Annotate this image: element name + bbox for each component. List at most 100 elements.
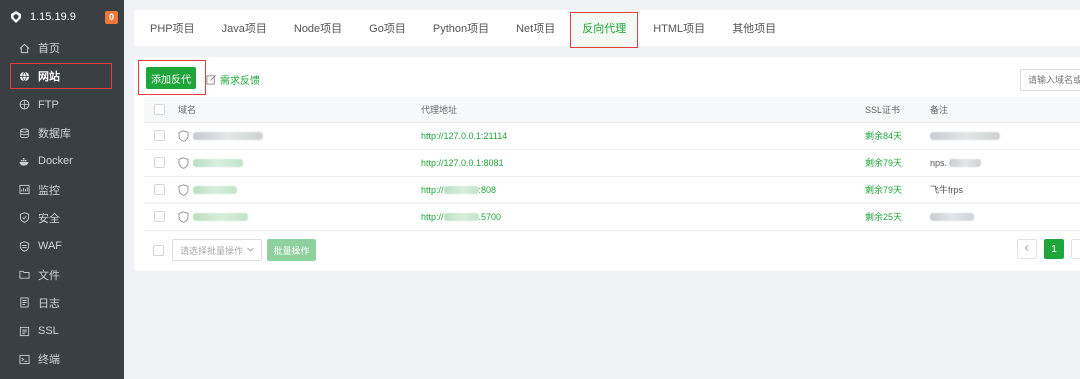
search-input[interactable]: [1020, 69, 1080, 91]
sidebar-item-label: Docker: [38, 155, 73, 168]
notification-badge[interactable]: 0: [105, 10, 118, 24]
redacted-remark: [949, 159, 982, 168]
footer-select-all-checkbox[interactable]: [153, 245, 164, 256]
feedback-link[interactable]: 需求反馈: [206, 72, 260, 87]
row-checkbox[interactable]: [154, 211, 165, 223]
proxy-table: 域名 代理地址 SSL证书 备注 http://127.0.0.1:21114 …: [144, 97, 1080, 231]
tab-java[interactable]: Java项目: [212, 10, 277, 46]
chevron-down-icon: [246, 245, 255, 254]
select-all-checkbox[interactable]: [154, 103, 165, 115]
header-domain[interactable]: 域名: [178, 97, 421, 123]
sidebar-item-home[interactable]: 首页: [0, 34, 124, 62]
batch-action-select[interactable]: 请选择批量操作: [172, 239, 262, 261]
sidebar-item-website[interactable]: 网站: [0, 62, 124, 90]
proxy-address-prefix: http://: [421, 211, 444, 222]
redacted-remark[interactable]: [930, 132, 1000, 141]
tab-net[interactable]: Net项目: [506, 10, 565, 46]
highlight-box: [10, 63, 112, 90]
redacted-domain[interactable]: [193, 131, 263, 140]
sidebar-item-label: 文件: [38, 269, 60, 282]
proxy-address-suffix: :808: [478, 184, 497, 195]
sidebar-item-label: 首页: [38, 43, 60, 56]
sidebar: 1.15.19.9 0 首页 网站 FTP 数据库 Docker 监控 安全 W…: [0, 0, 124, 379]
proxy-address-suffix: .5700: [478, 211, 502, 222]
chevron-left-icon: [1023, 243, 1031, 255]
remark-text: nps.: [930, 157, 948, 168]
header-proxy: 代理地址: [421, 97, 865, 123]
tab-reverse-proxy[interactable]: 反向代理: [570, 10, 639, 48]
sidebar-item-label: SSL: [38, 325, 59, 338]
monitor-icon: [18, 184, 30, 196]
tab-html[interactable]: HTML项目: [643, 10, 715, 46]
redacted-domain[interactable]: [193, 185, 237, 194]
ssl-shield-icon: [178, 156, 190, 169]
ssl-remaining[interactable]: 剩余79天: [865, 149, 930, 177]
table-footer: 请选择批量操作 批量操作 1: [134, 238, 1080, 262]
terminal-icon: [18, 353, 30, 365]
sidebar-item-label: 安全: [38, 212, 60, 225]
header-remark: 备注: [930, 97, 1080, 123]
sidebar-item-label: 监控: [38, 184, 60, 197]
tab-python[interactable]: Python项目: [423, 10, 499, 46]
sidebar-item-ftp[interactable]: FTP: [0, 91, 124, 119]
highlight-box: [570, 12, 639, 48]
sidebar-item-label: WAF: [38, 240, 63, 253]
table-row: http://:808 剩余79天 飞牛frps: [144, 176, 1080, 204]
ssl-shield-icon: [178, 210, 190, 223]
next-page-button[interactable]: [1071, 239, 1080, 259]
prev-page-button[interactable]: [1017, 239, 1037, 259]
sidebar-item-terminal[interactable]: 终端: [0, 345, 124, 373]
batch-action-button[interactable]: 批量操作: [267, 239, 316, 261]
sidebar-item-label: FTP: [38, 98, 59, 111]
tab-other[interactable]: 其他项目: [722, 10, 786, 46]
redacted-host: [443, 213, 479, 222]
sidebar-item-ssl[interactable]: SSL: [0, 317, 124, 345]
ssl-icon: [18, 325, 30, 337]
ssl-remaining[interactable]: 剩余25天: [865, 203, 930, 231]
sidebar-item-label: 终端: [38, 354, 60, 367]
shield-icon: [18, 212, 30, 224]
add-reverse-proxy-button[interactable]: 添加反代: [146, 67, 196, 89]
project-tabs: PHP项目 Java项目 Node项目 Go项目 Python项目 Net项目 …: [134, 10, 1080, 48]
ssl-shield-icon: [178, 129, 190, 142]
tab-go[interactable]: Go项目: [359, 10, 416, 46]
database-icon: [18, 127, 30, 139]
row-checkbox[interactable]: [154, 157, 165, 169]
sidebar-item-waf[interactable]: WAF: [0, 232, 124, 260]
log-icon: [18, 297, 30, 309]
sidebar-item-logs[interactable]: 日志: [0, 289, 124, 317]
redacted-host: [443, 186, 479, 195]
ssl-remaining[interactable]: 剩余84天: [865, 122, 930, 150]
home-icon: [18, 42, 30, 54]
ssl-remaining[interactable]: 剩余79天: [865, 176, 930, 204]
sidebar-item-docker[interactable]: Docker: [0, 147, 124, 175]
tab-node[interactable]: Node项目: [284, 10, 352, 46]
sidebar-item-label: 数据库: [38, 128, 71, 141]
feedback-label: 需求反馈: [220, 76, 260, 87]
sidebar-item-files[interactable]: 文件: [0, 260, 124, 288]
sidebar-item-database[interactable]: 数据库: [0, 119, 124, 147]
waf-icon: [18, 240, 30, 252]
row-checkbox[interactable]: [154, 130, 165, 142]
sidebar-item-security[interactable]: 安全: [0, 204, 124, 232]
redacted-remark[interactable]: [930, 213, 974, 222]
panel-version: 1.15.19.9: [30, 11, 76, 23]
redacted-domain[interactable]: [193, 212, 248, 221]
proxy-address: http://127.0.0.1:8081: [421, 149, 865, 177]
proxy-list-panel: 添加反代 需求反馈 域名 代理地址 SSL证书 备注 http://127.0.…: [134, 57, 1080, 271]
table-row: http://127.0.0.1:8081 剩余79天 nps.: [144, 149, 1080, 177]
page-number-button[interactable]: 1: [1044, 239, 1064, 259]
table-header-row: 域名 代理地址 SSL证书 备注: [144, 97, 1080, 123]
bt-logo-icon: [10, 11, 22, 23]
row-checkbox[interactable]: [154, 184, 165, 196]
brand: 1.15.19.9 0: [0, 0, 124, 34]
table-row: http://127.0.0.1:21114 剩余84天: [144, 122, 1080, 150]
tab-php[interactable]: PHP项目: [140, 10, 205, 46]
sidebar-item-monitor[interactable]: 监控: [0, 175, 124, 203]
batch-select-placeholder: 请选择批量操作: [180, 245, 244, 256]
remark-text[interactable]: 飞牛frps: [930, 176, 1080, 204]
ftp-icon: [18, 99, 30, 111]
header-ssl[interactable]: SSL证书: [865, 97, 930, 123]
table-row: http:// .5700 剩余25天: [144, 203, 1080, 231]
redacted-domain[interactable]: [193, 158, 243, 167]
